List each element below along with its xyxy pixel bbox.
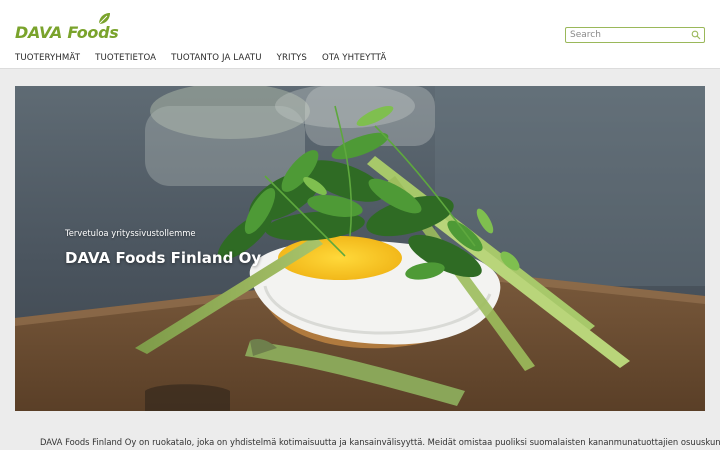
main-nav: TUOTERYHMÄT TUOTETIETOA TUOTANTO JA LAAT… bbox=[15, 53, 386, 63]
leaf-icon bbox=[98, 13, 110, 25]
search-box[interactable] bbox=[565, 27, 705, 43]
intro-section: DAVA Foods Finland Oy on ruokatalo, joka… bbox=[15, 411, 720, 450]
nav-item-ota-yhteytta[interactable]: OTA YHTEYTTÄ bbox=[322, 53, 386, 63]
search-input[interactable] bbox=[570, 29, 688, 41]
logo[interactable]: DAVA Foods bbox=[15, 12, 119, 42]
site-header: DAVA Foods TUOTERYHMÄT TUOTETIETOA TUOTA… bbox=[0, 0, 720, 69]
intro-text: DAVA Foods Finland Oy on ruokatalo, joka… bbox=[40, 437, 720, 447]
hero-title: DAVA Foods Finland Oy bbox=[65, 249, 262, 267]
nav-item-tuoteryhmat[interactable]: TUOTERYHMÄT bbox=[15, 53, 80, 63]
hero-subtitle: Tervetuloa yrityssivustollemme bbox=[65, 228, 196, 238]
search-icon[interactable] bbox=[691, 30, 701, 40]
logo-text: DAVA Foods bbox=[15, 23, 119, 42]
nav-item-tuotanto-ja-laatu[interactable]: TUOTANTO JA LAATU bbox=[171, 53, 262, 63]
hero-banner: Tervetuloa yrityssivustollemme DAVA Food… bbox=[15, 86, 705, 411]
nav-item-yritys[interactable]: YRITYS bbox=[277, 53, 307, 63]
nav-item-tuotetietoa[interactable]: TUOTETIETOA bbox=[95, 53, 156, 63]
